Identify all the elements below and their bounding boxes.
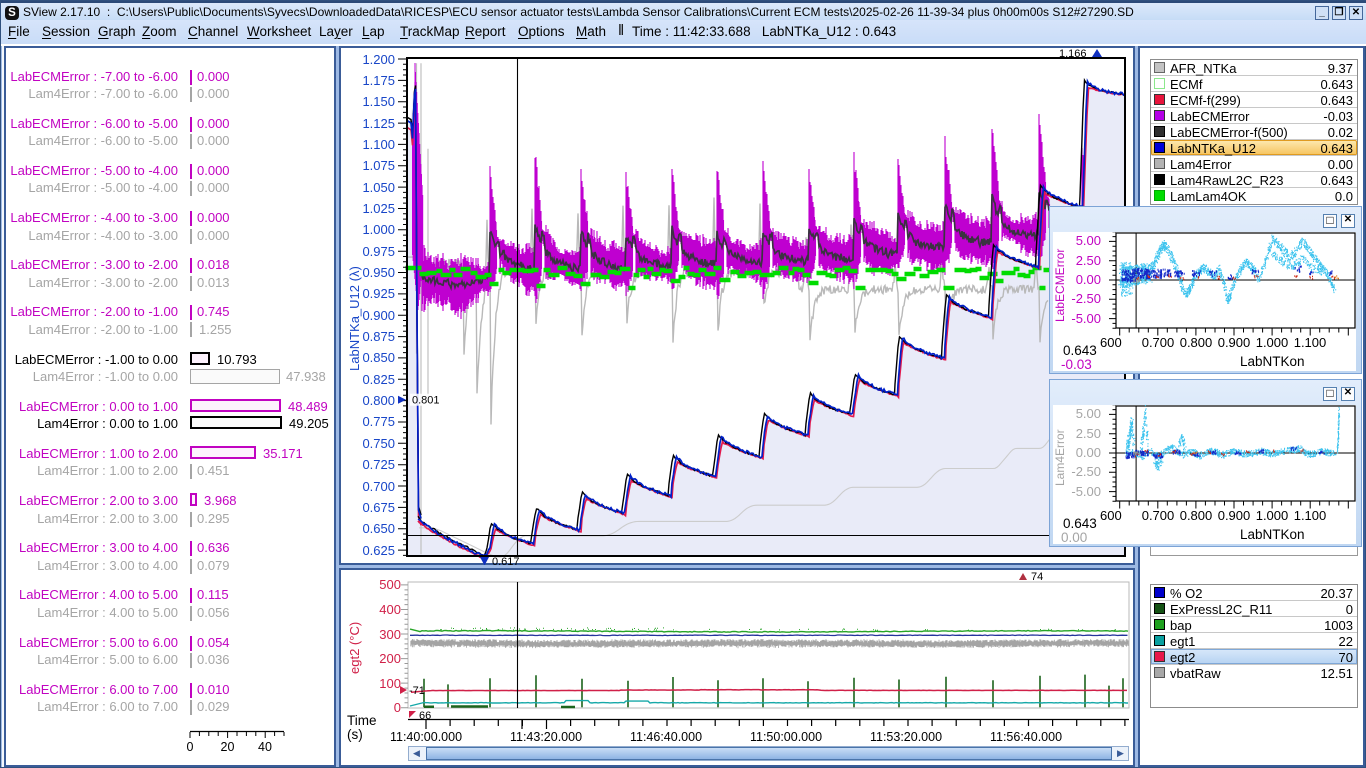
svg-text:11:46:40.000: 11:46:40.000 — [630, 730, 702, 744]
svg-text:-71: -71 — [409, 685, 425, 697]
svg-text:11:56:40.000: 11:56:40.000 — [990, 730, 1062, 744]
svg-text:11:43:20.000: 11:43:20.000 — [510, 730, 582, 744]
svg-text:11:50:00.000: 11:50:00.000 — [750, 730, 822, 744]
svg-text:11:40:00.000: 11:40:00.000 — [390, 730, 462, 744]
svg-text:74: 74 — [1031, 571, 1043, 583]
svg-text:11:53:20.000: 11:53:20.000 — [870, 730, 942, 744]
svg-text:0.617: 0.617 — [492, 556, 520, 565]
svg-text:0.801: 0.801 — [412, 395, 440, 407]
svg-text:1.166: 1.166 — [1059, 48, 1087, 60]
svg-text:66: 66 — [419, 710, 431, 722]
